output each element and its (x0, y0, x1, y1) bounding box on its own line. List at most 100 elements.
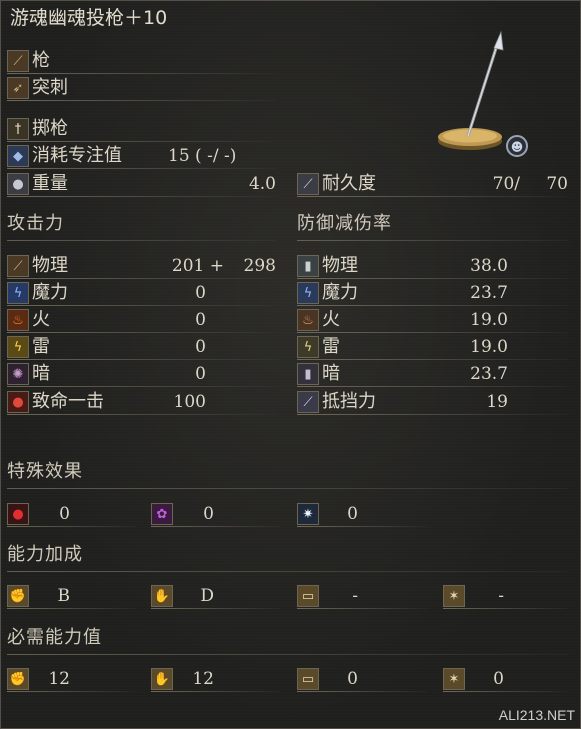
divider (7, 305, 277, 306)
defense-label: 物理 (322, 255, 358, 276)
divider (297, 526, 427, 527)
divider (7, 168, 277, 169)
divider (443, 691, 567, 692)
attack-label: 雷 (32, 336, 50, 357)
lightning-guard-icon: ϟ (297, 336, 319, 358)
watermark: ALI213.NET (498, 707, 575, 723)
scaling-value: - (498, 586, 504, 606)
divider (7, 608, 137, 609)
weight-label: 重量 (32, 173, 68, 194)
divider (7, 332, 277, 333)
divider (151, 526, 281, 527)
intelligence-icon: ▭ (297, 668, 319, 690)
defense-header: 防御减伤率 (297, 213, 392, 234)
requirement-value: 12 (192, 669, 214, 689)
scaling-value: B (57, 586, 71, 606)
divider (7, 100, 277, 101)
divider (7, 691, 137, 692)
divider (7, 240, 277, 241)
magic-icon: ϟ (7, 282, 29, 304)
thrust-icon: ➶ (7, 77, 29, 99)
bleed-icon: ● (7, 503, 29, 525)
dexterity-icon: ✋ (151, 668, 173, 690)
attack-label: 暗 (32, 363, 50, 384)
defense-value: 23.7 (470, 283, 508, 303)
magic-guard-icon: ϟ (297, 282, 319, 304)
attack-label: 魔力 (32, 282, 68, 303)
divider (7, 141, 277, 142)
durability-current: 70/ (492, 174, 520, 194)
physical-icon: ⟋ (7, 255, 29, 277)
divider (151, 608, 281, 609)
defense-label: 暗 (322, 363, 340, 384)
fp-label: 消耗专注值 (32, 145, 122, 166)
frost-icon: ✷ (297, 503, 319, 525)
durability-max: 70 (546, 174, 568, 194)
attack-type-label: 突刺 (32, 77, 68, 98)
divider (297, 691, 427, 692)
divider (297, 414, 569, 415)
divider (7, 278, 277, 279)
divider (297, 305, 569, 306)
defense-value: 19 (486, 392, 508, 412)
effect-value: 0 (59, 504, 70, 524)
defense-label: 魔力 (322, 282, 358, 303)
attack-value: 0 (195, 283, 206, 303)
scaling-header: 能力加成 (7, 544, 83, 565)
defense-label: 火 (322, 309, 340, 330)
fire-icon: ♨ (7, 309, 29, 331)
divider (7, 488, 567, 489)
divider (7, 359, 277, 360)
divider (297, 240, 569, 241)
requirement-value: 12 (48, 669, 70, 689)
dark-icon: ✺ (7, 363, 29, 385)
divider (7, 654, 567, 655)
divider (7, 414, 277, 415)
requirements-header: 必需能力值 (7, 627, 102, 648)
requirement-value: 0 (347, 669, 358, 689)
divider (7, 526, 137, 527)
dexterity-icon: ✋ (151, 585, 173, 607)
attack-value: 201 + (171, 256, 224, 276)
divider (297, 332, 569, 333)
svg-text:☻: ☻ (511, 140, 524, 154)
defense-value: 23.7 (470, 364, 508, 384)
weight-icon: ● (7, 173, 29, 195)
weapon-type-label: 枪 (32, 50, 50, 71)
attack-header: 攻击力 (7, 213, 64, 234)
attack-label: 物理 (32, 255, 68, 276)
divider (297, 278, 569, 279)
fire-guard-icon: ♨ (297, 309, 319, 331)
attack-value: 0 (195, 310, 206, 330)
fp-icon: ◆ (7, 145, 29, 167)
intelligence-icon: ▭ (297, 585, 319, 607)
scaling-value: - (352, 586, 358, 606)
skill-icon: † (7, 118, 29, 140)
spear-icon: ⟋ (7, 50, 29, 72)
attack-value: 0 (195, 364, 206, 384)
defense-label: 抵挡力 (322, 391, 376, 412)
attack-label: 致命一击 (32, 391, 104, 412)
divider (443, 608, 567, 609)
fp-value: 15 ( -/ -) (168, 146, 237, 166)
effects-header: 特殊效果 (7, 461, 83, 482)
strength-icon: ✊ (7, 668, 29, 690)
strength-icon: ✊ (7, 585, 29, 607)
divider (297, 359, 569, 360)
divider (297, 608, 427, 609)
critical-icon: ● (7, 391, 29, 413)
effect-value: 0 (347, 504, 358, 524)
requirement-value: 0 (493, 669, 504, 689)
durability-icon: ⟋ (297, 173, 319, 195)
poison-icon: ✿ (151, 503, 173, 525)
item-name: 游魂幽魂投枪＋10 (10, 7, 168, 29)
effect-value: 0 (203, 504, 214, 524)
attack-bonus-value: 298 (243, 256, 276, 276)
faith-icon: ✶ (443, 585, 465, 607)
scaling-value: D (200, 586, 214, 606)
divider (297, 386, 569, 387)
physical-guard-icon: ▮ (297, 255, 319, 277)
attack-value: 0 (195, 337, 206, 357)
weight-value: 4.0 (248, 174, 276, 194)
attack-value: 100 (173, 392, 206, 412)
